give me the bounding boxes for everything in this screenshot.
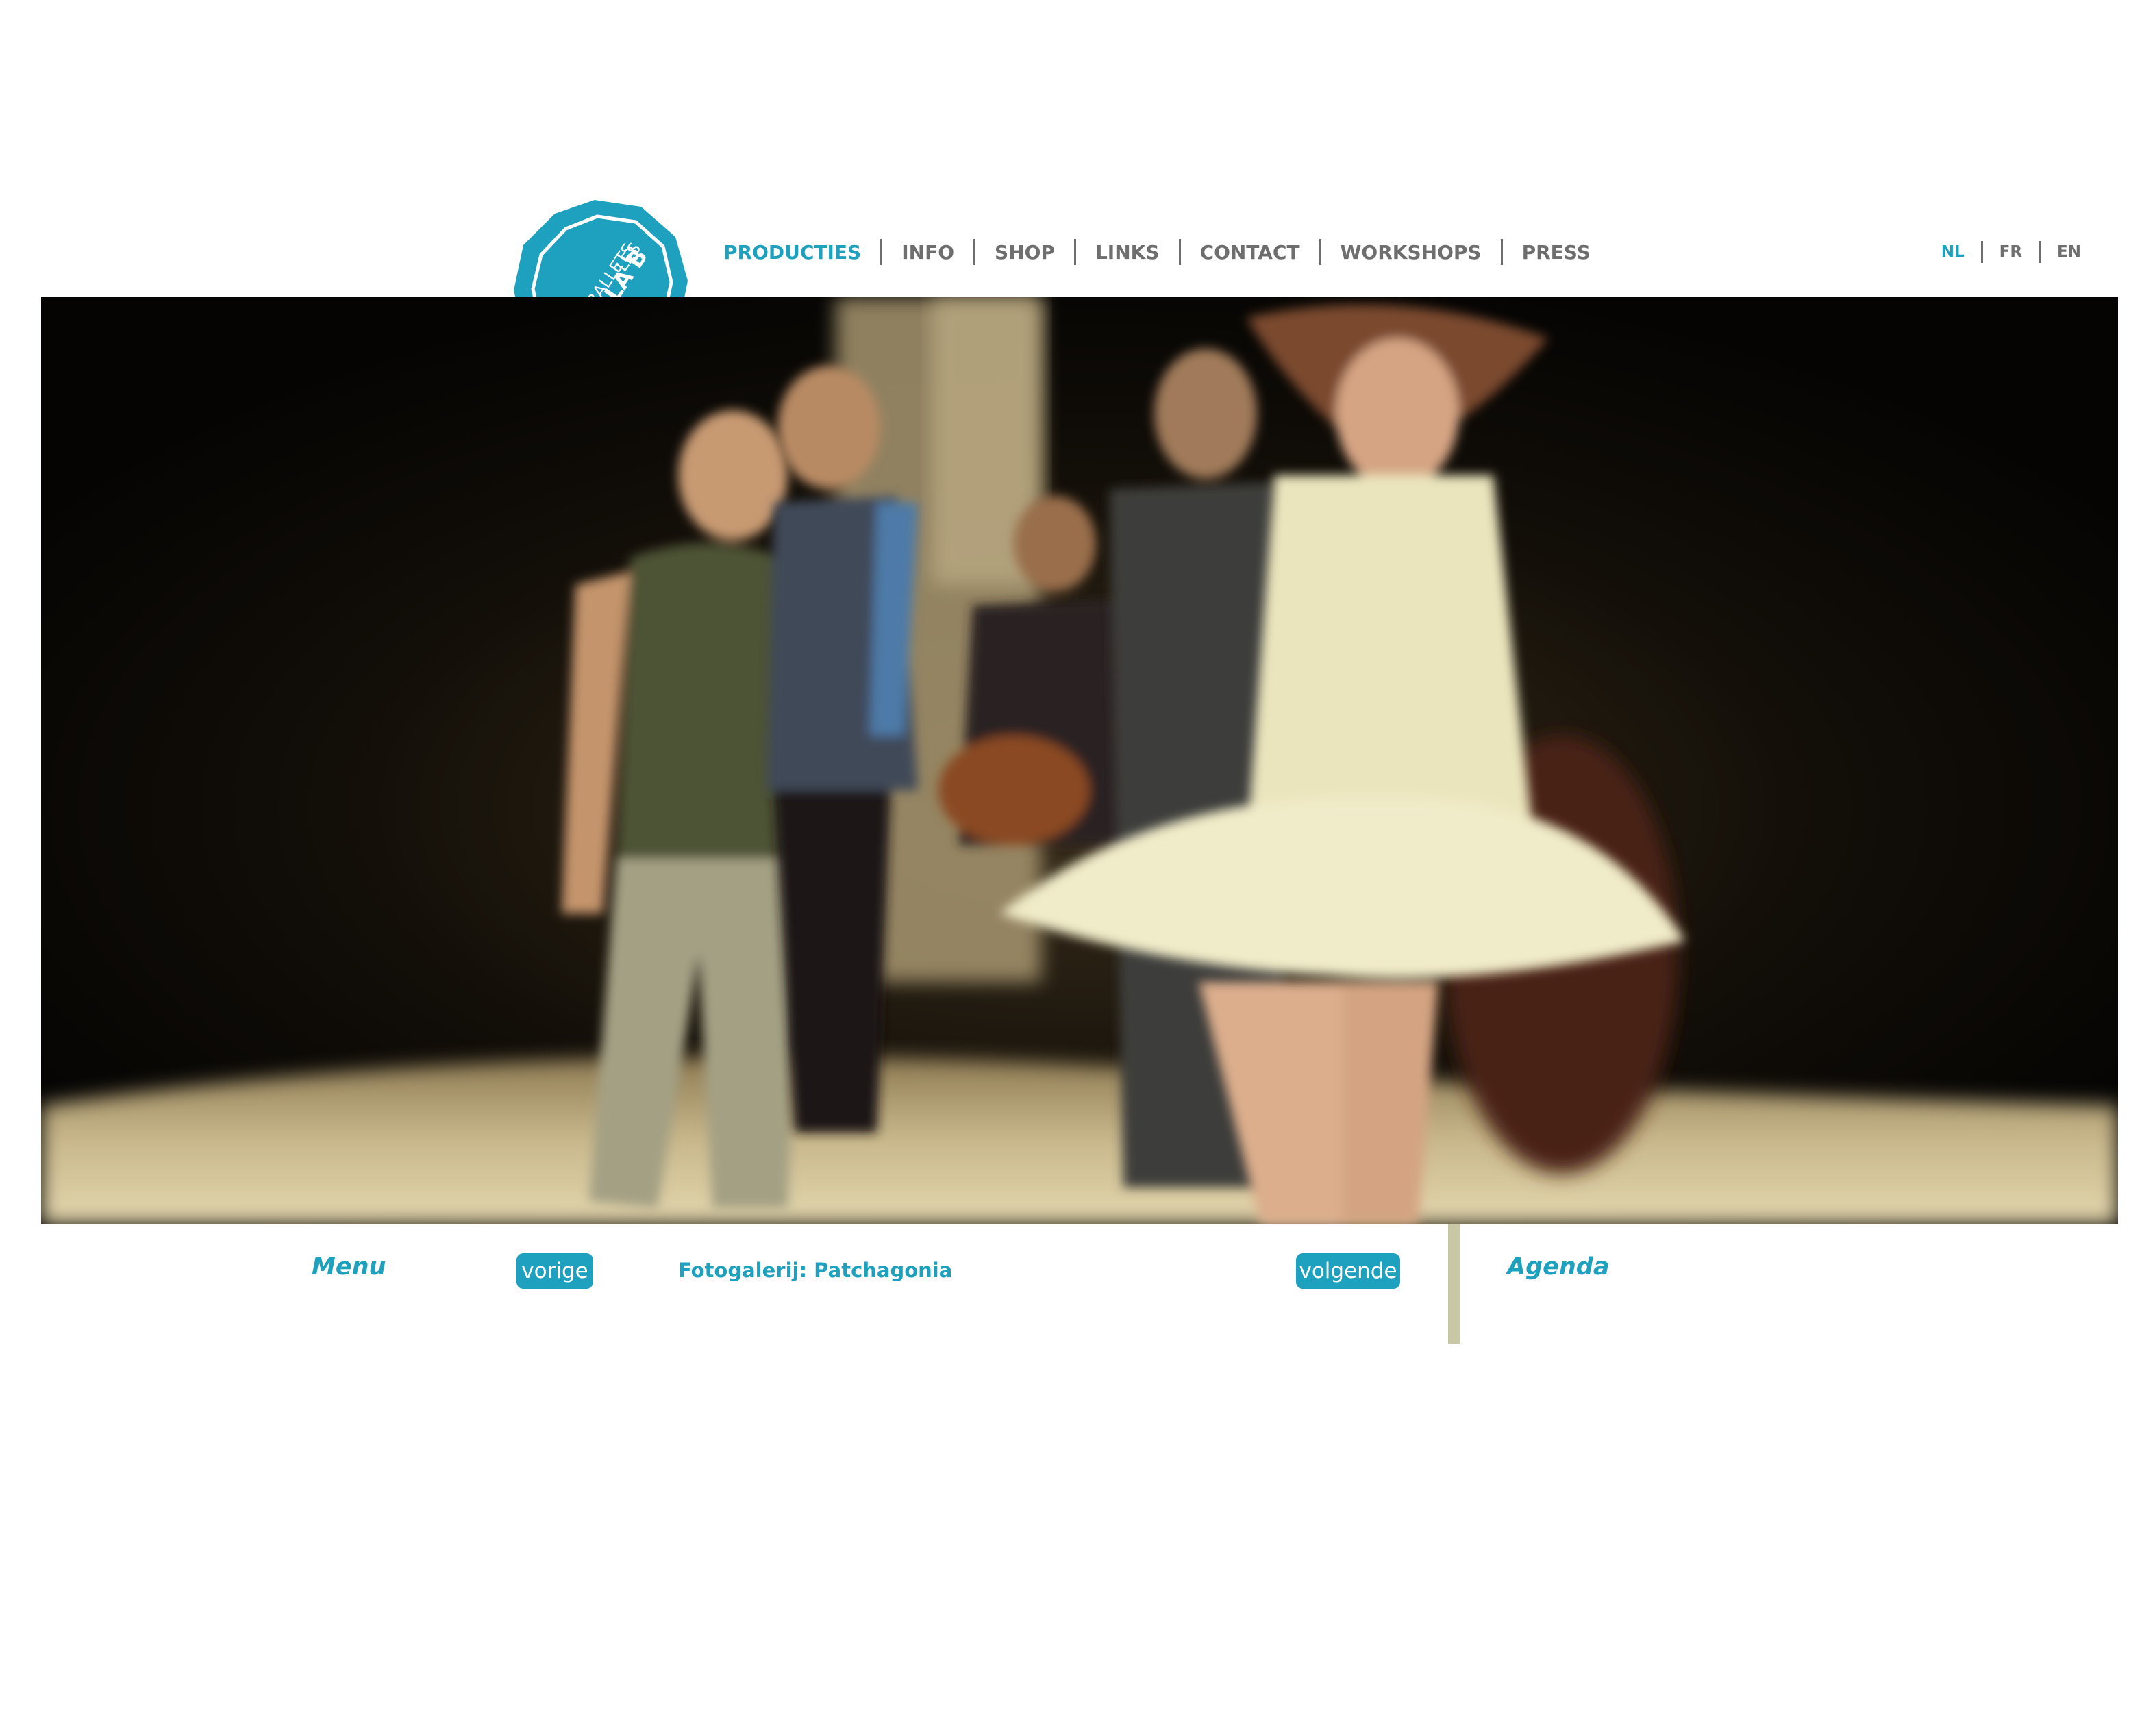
nav-item-press[interactable]: PRESS: [1522, 241, 1591, 264]
menu-link[interactable]: Menu: [312, 1253, 386, 1281]
agenda-link[interactable]: Agenda: [1507, 1253, 1609, 1281]
nav-divider: [1178, 239, 1181, 265]
nav-divider: [1319, 239, 1321, 265]
nav-item-shop[interactable]: SHOP: [995, 241, 1055, 264]
main-navigation: PRODUCTIES INFO SHOP LINKS CONTACT WORKS…: [723, 233, 1591, 271]
nav-divider: [1073, 239, 1076, 265]
nav-item-info[interactable]: INFO: [901, 241, 954, 264]
nav-item-workshops[interactable]: WORKSHOPS: [1341, 241, 1482, 264]
dance-performance-photo: [41, 297, 2118, 1224]
lang-divider: [2039, 241, 2041, 263]
previous-button[interactable]: vorige: [516, 1253, 593, 1289]
language-navigation: NL FR EN: [1941, 238, 2081, 266]
nav-item-producties[interactable]: PRODUCTIES: [723, 241, 861, 264]
page: LES BALLETS C DE LA B PRODUCTIES INFO SH…: [0, 0, 2155, 1736]
vertical-divider: [1448, 1224, 1460, 1344]
lang-item-fr[interactable]: FR: [2000, 243, 2022, 261]
lang-divider: [1980, 241, 1983, 263]
gallery-photo[interactable]: [41, 297, 2118, 1224]
gallery-title: Fotogalerij: Patchagonia: [678, 1259, 953, 1282]
nav-item-contact[interactable]: CONTACT: [1200, 241, 1300, 264]
nav-divider: [973, 239, 976, 265]
next-button[interactable]: volgende: [1296, 1253, 1400, 1289]
nav-divider: [880, 239, 883, 265]
lang-item-nl[interactable]: NL: [1941, 243, 1965, 261]
nav-divider: [1500, 239, 1503, 265]
nav-item-links[interactable]: LINKS: [1095, 241, 1160, 264]
lang-item-en[interactable]: EN: [2057, 243, 2081, 261]
